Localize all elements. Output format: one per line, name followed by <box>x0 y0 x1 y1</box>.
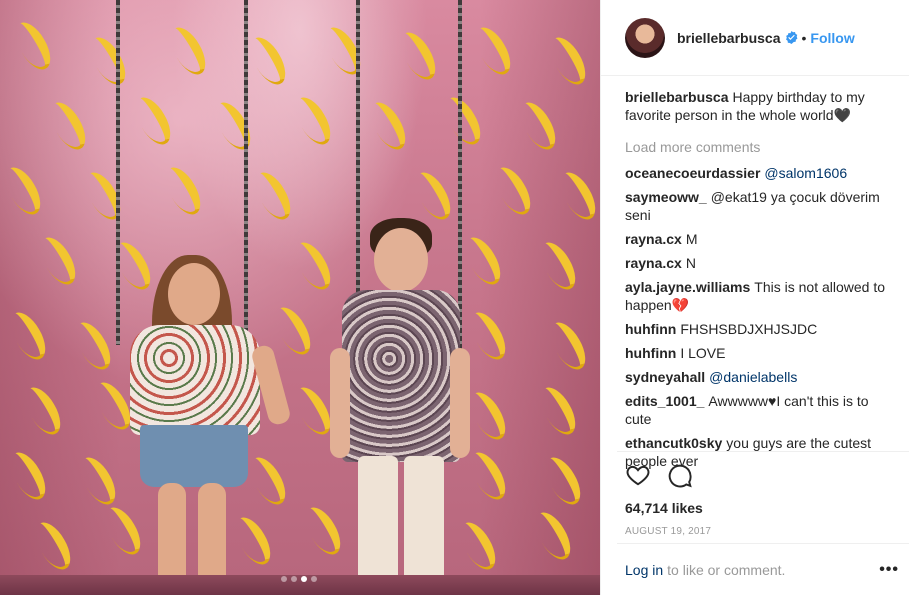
follow-button[interactable]: Follow <box>810 30 854 46</box>
speech-bubble-icon[interactable] <box>667 462 693 488</box>
carousel-indicator <box>281 576 317 582</box>
post-photo[interactable] <box>0 0 600 595</box>
comment-username[interactable]: rayna.cx <box>625 255 682 271</box>
comment-text[interactable]: @danielabells <box>709 369 797 385</box>
carousel-dot-active <box>301 576 307 582</box>
caption: briellebarbusca Happy birthday to my favo… <box>625 88 895 124</box>
comment-username[interactable]: sydneyahall <box>625 369 705 385</box>
comment-text[interactable]: @salom1606 <box>764 165 847 181</box>
comment-username[interactable]: edits_1001_ <box>625 393 704 409</box>
comment-username[interactable]: oceanecoeurdassier <box>625 165 760 181</box>
comment-text: N <box>685 255 696 271</box>
load-more-comments-button[interactable]: Load more comments <box>625 138 895 156</box>
instagram-post: briellebarbusca • Follow briellebarbusca… <box>0 0 909 595</box>
carousel-dot <box>311 576 317 582</box>
action-icons <box>617 452 909 494</box>
comment-item: huhfinn FHSHSBDJXHJSJDC <box>625 320 895 338</box>
comment-username[interactable]: saymeoww_ <box>625 189 707 205</box>
comment-item: rayna.cx N <box>625 254 895 272</box>
comment-item: saymeoww_ @ekat19 ya çocuk döverim seni <box>625 188 895 224</box>
comment-text: FHSHSBDJXHJSJDC <box>680 321 818 337</box>
post-actions: 64,714 likes AUGUST 19, 2017 <box>617 451 909 537</box>
header-separator: • <box>801 29 807 46</box>
login-bar: Log in to like or comment. ••• <box>617 543 909 595</box>
person-girl <box>110 255 292 595</box>
post-side-panel: briellebarbusca • Follow briellebarbusca… <box>600 0 909 595</box>
comment-item: rayna.cx M <box>625 230 895 248</box>
comment-item: sydneyahall @danielabells <box>625 368 895 386</box>
more-options-icon[interactable]: ••• <box>879 561 899 579</box>
comment-username[interactable]: ayla.jayne.williams <box>625 279 750 295</box>
comment-username[interactable]: rayna.cx <box>625 231 682 247</box>
comment-item: edits_1001_ Awwwww♥I can't this is to cut… <box>625 392 895 428</box>
login-prompt-text: to like or comment. <box>667 561 786 578</box>
comment-item: oceanecoeurdassier @salom1606 <box>625 164 895 182</box>
comment-username[interactable]: huhfinn <box>625 345 676 361</box>
comment-item: huhfinn I LOVE <box>625 344 895 362</box>
comment-username[interactable]: ethancutk0sky <box>625 435 722 451</box>
likes-count[interactable]: 64,714 likes <box>625 500 909 516</box>
carousel-dot <box>281 576 287 582</box>
heart-icon[interactable] <box>625 462 651 488</box>
comment-username[interactable]: huhfinn <box>625 321 676 337</box>
verified-badge-icon <box>785 31 797 44</box>
login-link[interactable]: Log in <box>625 562 663 578</box>
comment-text: I LOVE <box>680 345 726 361</box>
comments-list: briellebarbusca Happy birthday to my favo… <box>625 88 895 476</box>
comment-item: ayla.jayne.williams This is not allowed t… <box>625 278 895 314</box>
carousel-dot <box>291 576 297 582</box>
header-username[interactable]: briellebarbusca <box>677 30 781 46</box>
caption-username[interactable]: briellebarbusca <box>625 89 729 105</box>
post-date[interactable]: AUGUST 19, 2017 <box>625 526 909 537</box>
avatar[interactable] <box>625 17 665 58</box>
pink-wall-background <box>0 0 600 595</box>
post-header: briellebarbusca • Follow <box>601 0 909 76</box>
comment-text: M <box>685 231 698 247</box>
person-boy <box>330 218 470 595</box>
